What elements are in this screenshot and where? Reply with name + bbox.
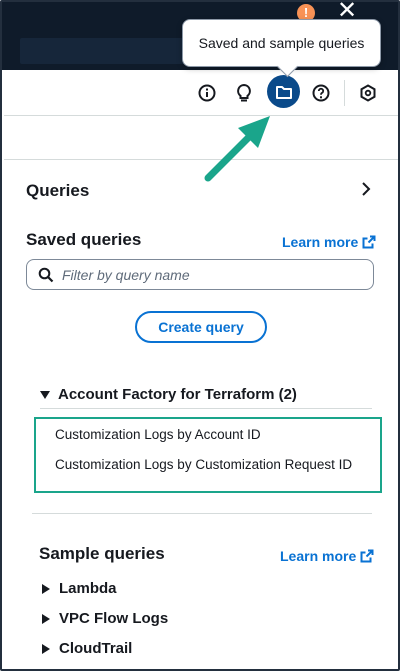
lightbulb-icon[interactable] — [233, 82, 255, 104]
queries-panel: Queries Saved queries Learn more Create … — [4, 161, 398, 669]
create-query-button[interactable]: Create query — [135, 311, 267, 343]
saved-queries-title: Saved queries — [26, 230, 142, 249]
info-icon[interactable] — [196, 82, 218, 104]
caret-right-icon — [42, 583, 50, 594]
saved-query-item[interactable]: Customization Logs by Customization Requ… — [55, 457, 352, 472]
tooltip: Saved and sample queries — [182, 19, 381, 67]
queries-title: Queries — [26, 181, 90, 200]
learn-more-label: Learn more — [282, 234, 359, 250]
sample-queries-title: Sample queries — [39, 544, 165, 563]
saved-query-item[interactable]: Customization Logs by Account ID — [55, 427, 261, 442]
caret-right-icon — [42, 643, 50, 654]
chevron-right-icon[interactable] — [360, 181, 372, 202]
help-icon[interactable] — [310, 82, 332, 104]
learn-more-label: Learn more — [280, 548, 357, 564]
search-icon — [38, 267, 54, 282]
group-divider — [40, 408, 372, 409]
settings-hex-icon[interactable] — [357, 82, 379, 104]
query-group-header[interactable]: Account Factory for Terraform (2) — [40, 386, 297, 403]
folder-icon — [275, 85, 292, 99]
sample-queries-learn-more-link[interactable]: Learn more — [280, 548, 374, 564]
section-divider — [32, 513, 372, 514]
caret-right-icon — [42, 613, 50, 624]
toolbar-separator — [344, 80, 345, 106]
sample-query-label: CloudTrail — [59, 640, 133, 657]
folder-icon-button[interactable] — [267, 75, 300, 108]
filter-query-input[interactable] — [62, 266, 352, 283]
sample-query-lambda[interactable]: Lambda — [42, 580, 117, 597]
query-group-name: Account Factory for Terraform (2) — [58, 386, 297, 403]
callout-arrow-icon — [204, 116, 270, 182]
tooltip-text: Saved and sample queries — [198, 35, 365, 51]
sample-query-cloudtrail[interactable]: CloudTrail — [42, 640, 132, 657]
app-frame: ! ✕ Saved and sample queries Queries Sav… — [0, 0, 400, 671]
external-link-icon — [362, 235, 376, 249]
sample-query-vpc-flow-logs[interactable]: VPC Flow Logs — [42, 610, 168, 627]
caret-down-icon — [40, 390, 50, 399]
blurred-nav-region — [20, 38, 195, 64]
external-link-icon — [360, 549, 374, 563]
sample-query-label: Lambda — [59, 580, 117, 597]
saved-queries-learn-more-link[interactable]: Learn more — [282, 234, 376, 250]
filter-search-box[interactable] — [26, 259, 374, 290]
sample-query-label: VPC Flow Logs — [59, 610, 169, 627]
